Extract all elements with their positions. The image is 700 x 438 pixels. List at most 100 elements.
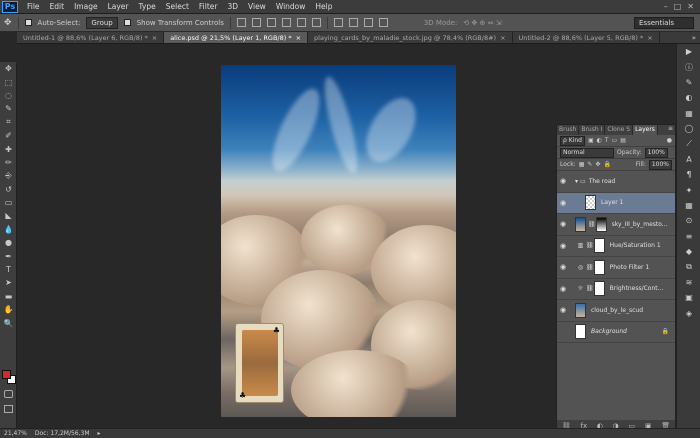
tab-layers[interactable]: Layers: [633, 125, 658, 135]
document-canvas[interactable]: ♣ ♣: [221, 65, 456, 417]
layer-row-background[interactable]: Background 🔒: [557, 322, 675, 343]
panel-shortcut-icon[interactable]: ✎: [677, 75, 700, 90]
panel-shortcut-icon[interactable]: ◯: [677, 121, 700, 136]
menu-3d[interactable]: 3D: [222, 2, 243, 11]
maximize-button[interactable]: □: [674, 2, 682, 11]
pen-icon[interactable]: ✒: [0, 249, 17, 262]
crop-icon[interactable]: ⌗: [0, 116, 17, 129]
brush-icon[interactable]: ✏: [0, 156, 17, 169]
visibility-eye-icon[interactable]: ◉: [557, 306, 569, 314]
menu-image[interactable]: Image: [69, 2, 103, 11]
panel-shortcut-icon[interactable]: ⊙: [677, 213, 700, 228]
panel-shortcut-icon[interactable]: A: [677, 152, 700, 167]
menu-edit[interactable]: Edit: [45, 2, 70, 11]
minimize-button[interactable]: –: [664, 2, 668, 11]
menu-file[interactable]: File: [22, 2, 45, 11]
panel-shortcut-icon[interactable]: ✦: [677, 183, 700, 198]
foreground-color-swatch[interactable]: [2, 370, 11, 379]
panel-shortcut-icon[interactable]: ≡: [677, 229, 700, 244]
visibility-eye-icon[interactable]: ◉: [557, 177, 569, 185]
menu-window[interactable]: Window: [271, 2, 311, 11]
history-brush-icon[interactable]: ↺: [0, 183, 17, 196]
tab-brush[interactable]: Brush: [557, 125, 580, 135]
layer-row-cloud[interactable]: ◉ cloud_by_le_scud: [557, 300, 675, 322]
hand-icon[interactable]: ✋: [0, 303, 17, 316]
filter-type-icon[interactable]: T: [605, 137, 609, 144]
filter-smart-icon[interactable]: ▤: [620, 137, 626, 144]
dodge-icon[interactable]: ●: [0, 236, 17, 249]
eyedropper-icon[interactable]: ✐: [0, 129, 17, 142]
auto-select-checkbox[interactable]: [24, 19, 32, 26]
close-icon[interactable]: ×: [500, 32, 505, 43]
lock-all-icon[interactable]: 🔒: [603, 161, 610, 168]
tab-playing-cards[interactable]: playing_cards_by_maladie_stock.jpg @ 78,…: [308, 32, 513, 43]
marquee-icon[interactable]: ⬚: [0, 75, 17, 88]
tab-untitled-1[interactable]: Untitled-1 @ 88,6% (Layer 6, RGB/8) * ×: [17, 32, 165, 43]
show-transform-checkbox[interactable]: [123, 19, 131, 26]
panel-shortcut-icon[interactable]: ▣: [677, 290, 700, 305]
tab-clone-source[interactable]: Clone S: [605, 125, 634, 135]
align-right-icon[interactable]: [311, 18, 321, 27]
tab-untitled-2[interactable]: Untitled-2 @ 88,6% (Layer 5, RGB/8) * ×: [513, 32, 660, 43]
kind-filter-dropdown[interactable]: ρ Kind: [560, 135, 585, 146]
clone-stamp-icon[interactable]: ⎆: [0, 169, 17, 182]
distribute-icon[interactable]: [378, 18, 388, 27]
filter-pixel-icon[interactable]: ▣: [588, 137, 594, 144]
panel-shortcut-icon[interactable]: ◆: [677, 244, 700, 259]
panel-shortcut-icon[interactable]: ≋: [677, 275, 700, 290]
panel-shortcut-icon[interactable]: ▦: [677, 106, 700, 121]
lasso-icon[interactable]: ◌: [0, 89, 17, 102]
status-arrow-icon[interactable]: ▸: [98, 430, 101, 437]
menu-view[interactable]: View: [243, 2, 271, 11]
close-button[interactable]: ✕: [687, 2, 694, 11]
close-icon[interactable]: ×: [296, 32, 301, 43]
menu-select[interactable]: Select: [161, 2, 194, 11]
fill-input[interactable]: 100%: [648, 159, 672, 170]
playing-card-queen-of-clubs[interactable]: ♣ ♣: [235, 323, 284, 403]
panel-shortcut-icon[interactable]: ◐: [677, 90, 700, 105]
auto-select-dropdown[interactable]: Group: [86, 16, 118, 29]
screen-mode-icon[interactable]: [4, 405, 13, 413]
panel-menu-icon[interactable]: ≡: [666, 125, 675, 135]
path-select-icon[interactable]: ➤: [0, 276, 17, 289]
panel-shortcut-icon[interactable]: ⓘ: [677, 59, 700, 74]
lock-transparent-icon[interactable]: ▦: [579, 161, 585, 168]
align-bottom-icon[interactable]: [266, 18, 276, 27]
panel-shortcut-icon[interactable]: ⟋: [677, 136, 700, 151]
tab-alice[interactable]: alice.psd @ 21,5% (Layer 1, RGB/8) * ×: [164, 32, 309, 43]
filter-adjustment-icon[interactable]: ◐: [597, 137, 602, 144]
zoom-icon[interactable]: 🔍: [0, 316, 17, 329]
panel-shortcut-icon[interactable]: ▦: [677, 198, 700, 213]
color-swatches[interactable]: [2, 370, 16, 384]
panel-shortcut-icon[interactable]: ◈: [677, 306, 700, 321]
menu-type[interactable]: Type: [134, 2, 161, 11]
quick-mask-icon[interactable]: [4, 390, 13, 398]
close-icon[interactable]: ×: [647, 32, 652, 43]
filter-toggle-icon[interactable]: ●: [667, 137, 672, 144]
quick-select-icon[interactable]: ✎: [0, 102, 17, 115]
layer-row-hue-saturation[interactable]: ◉ ▥ ⛓ Hue/Saturation 1: [557, 236, 675, 257]
type-icon[interactable]: T: [0, 263, 17, 276]
align-top-icon[interactable]: [236, 18, 246, 27]
menu-help[interactable]: Help: [310, 2, 337, 11]
distribute-icon[interactable]: [333, 18, 343, 27]
move-icon[interactable]: ✥: [0, 62, 17, 75]
close-icon[interactable]: ×: [152, 32, 157, 43]
align-middle-icon[interactable]: [251, 18, 261, 27]
visibility-eye-icon[interactable]: ◉: [557, 285, 569, 293]
tab-brush-presets[interactable]: Brush I: [579, 125, 606, 135]
shape-icon[interactable]: ▬: [0, 290, 17, 303]
visibility-eye-icon[interactable]: ◉: [557, 220, 569, 228]
move-tool-icon[interactable]: ✥: [4, 18, 12, 28]
panel-shortcut-icon[interactable]: ⧉: [677, 259, 700, 274]
paint-bucket-icon[interactable]: ◣: [0, 209, 17, 222]
group-expand-icon[interactable]: ▾: [575, 178, 578, 185]
lock-position-icon[interactable]: ✥: [595, 161, 600, 168]
visibility-eye-icon[interactable]: ◉: [557, 199, 569, 207]
visibility-eye-icon[interactable]: ◉: [557, 242, 569, 250]
3d-rotate-icon[interactable]: ⟲ ✥ ⊕ ⇔ ⇲: [463, 19, 501, 27]
align-center-icon[interactable]: [296, 18, 306, 27]
distribute-icon[interactable]: [363, 18, 373, 27]
layer-row-layer-1[interactable]: ◉ Layer 1: [557, 192, 675, 214]
panel-shortcut-icon[interactable]: ¶: [677, 167, 700, 182]
